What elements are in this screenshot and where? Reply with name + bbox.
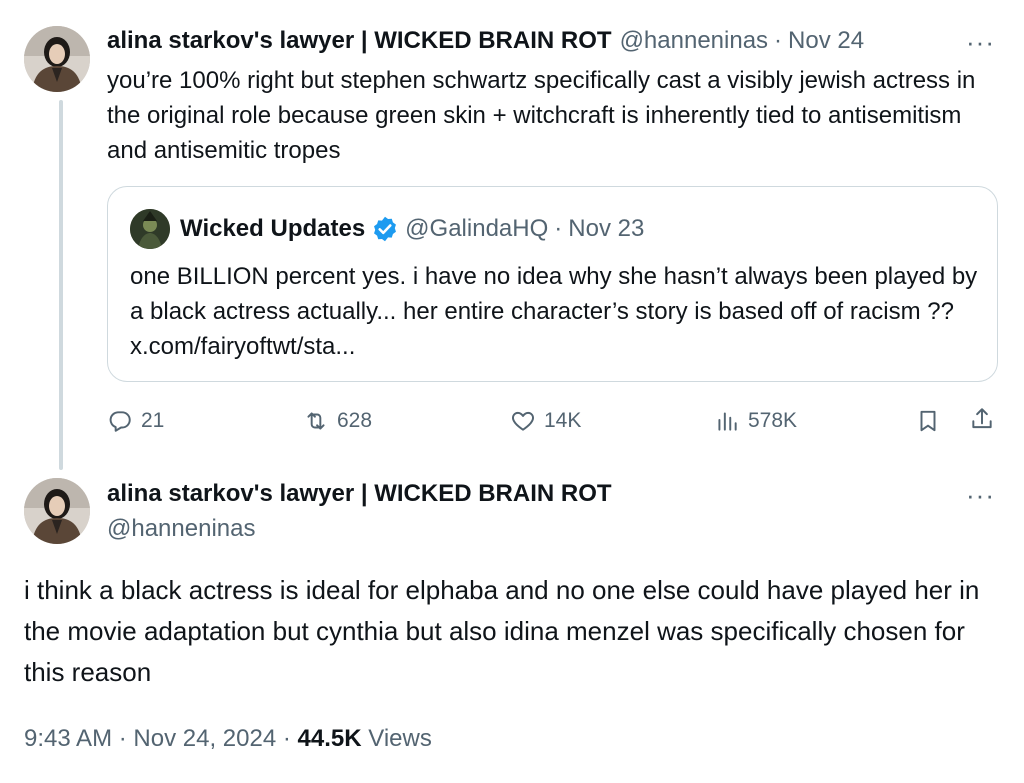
separator: · — [118, 725, 127, 752]
quoted-date: Nov 23 — [568, 215, 645, 242]
views-label: Views — [368, 725, 432, 752]
views-button[interactable]: 578K — [714, 408, 797, 434]
tweet-meta: 9:43 AM · Nov 24, 2024 · 44.5K Views — [24, 722, 432, 756]
thread-connector-line — [59, 100, 63, 470]
bookmark-icon — [920, 410, 936, 432]
tweet-action-bar: 21 628 14K 578K — [107, 402, 1002, 442]
reply-count: 21 — [141, 409, 165, 432]
views-count: 44.5K — [297, 725, 362, 752]
repost-icon — [307, 412, 325, 430]
reply-button[interactable]: 21 — [107, 408, 164, 434]
main-tweet-handle-row: @hanneninas — [107, 514, 255, 544]
quoted-handle: @GalindaHQ — [405, 215, 549, 242]
display-name[interactable]: alina starkov's lawyer | WICKED BRAIN RO… — [107, 479, 612, 509]
like-count: 14K — [544, 409, 582, 432]
quoted-tweet-text: one BILLION percent yes. i have no idea … — [130, 263, 978, 360]
like-icon — [512, 411, 534, 431]
bookmark-button[interactable] — [915, 408, 941, 434]
views-count: 578K — [748, 409, 798, 432]
separator: · — [282, 725, 291, 752]
avatar[interactable] — [24, 478, 90, 544]
tweet-date[interactable]: Nov 24, 2024 — [133, 725, 276, 752]
more-options-icon[interactable]: ··· — [966, 29, 995, 55]
reply-icon — [109, 411, 131, 432]
tweet-text: you’re 100% right but stephen schwartz s… — [107, 67, 976, 164]
tweet-time[interactable]: 9:43 AM — [24, 725, 112, 752]
handle[interactable]: @hanneninas — [620, 26, 768, 56]
verified-badge-icon — [371, 215, 399, 243]
reply-tweet-header: alina starkov's lawyer | WICKED BRAIN RO… — [107, 26, 864, 56]
handle[interactable]: @hanneninas — [107, 514, 255, 544]
display-name[interactable]: alina starkov's lawyer | WICKED BRAIN RO… — [107, 26, 612, 56]
tweet-date[interactable]: Nov 24 — [788, 26, 864, 56]
main-tweet-header: alina starkov's lawyer | WICKED BRAIN RO… — [107, 479, 612, 509]
share-icon — [972, 408, 992, 429]
quoted-avatar — [130, 209, 170, 249]
main-tweet-text: i think a black actress is ideal for elp… — [24, 575, 980, 687]
share-button[interactable] — [969, 406, 995, 432]
quoted-tweet-header: Wicked Updates @GalindaHQ · Nov 23 — [180, 213, 644, 245]
like-button[interactable]: 14K — [510, 408, 581, 434]
more-options-icon[interactable]: ··· — [966, 482, 995, 508]
quoted-tweet-card[interactable]: Wicked Updates @GalindaHQ · Nov 23 one B… — [107, 186, 998, 382]
avatar[interactable] — [24, 26, 90, 92]
repost-count: 628 — [337, 409, 373, 432]
repost-button[interactable]: 628 — [303, 408, 372, 434]
separator: · — [554, 215, 563, 242]
quoted-display-name: Wicked Updates — [180, 215, 366, 242]
views-icon — [718, 412, 737, 431]
separator: · — [774, 27, 783, 54]
